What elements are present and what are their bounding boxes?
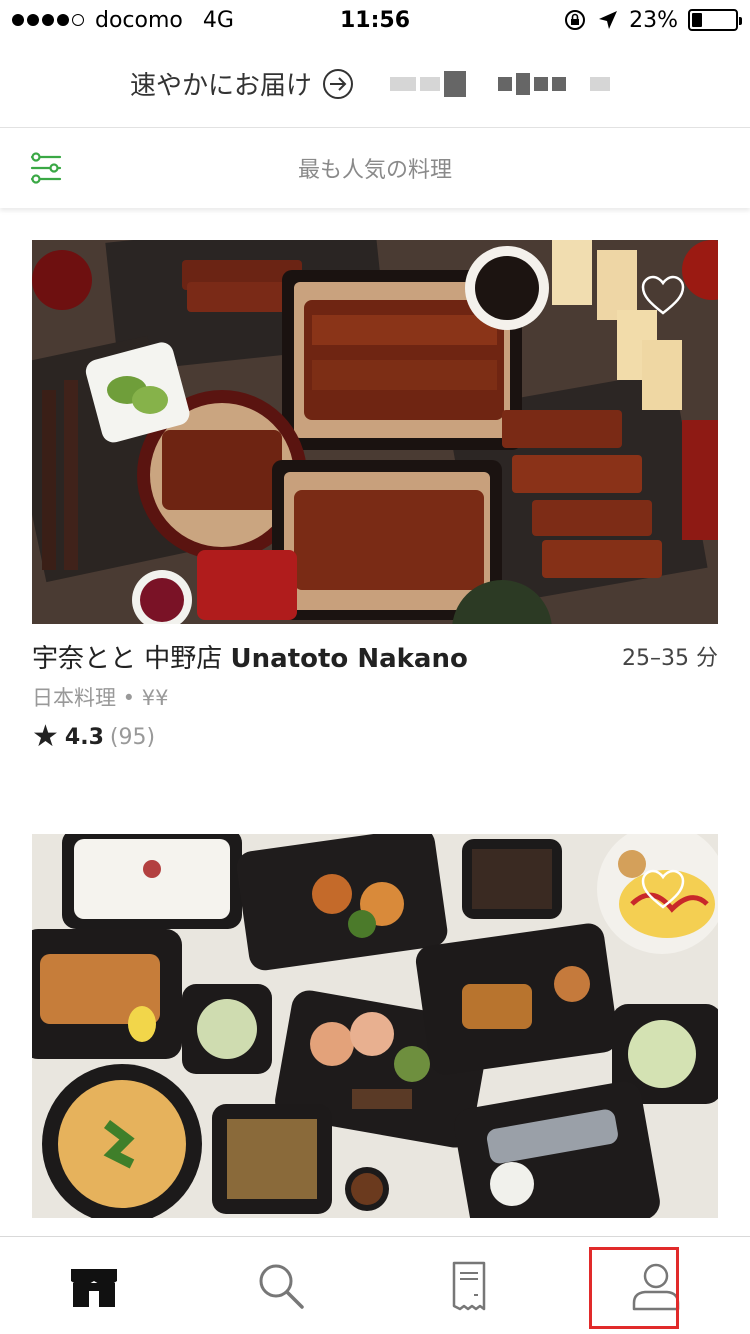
favorite-heart-icon[interactable] [640, 274, 686, 316]
restaurant-name[interactable]: 宇奈とと 中野店 Unatoto Nakano [32, 638, 468, 675]
delivery-label[interactable]: 速やかにお届け [130, 65, 312, 102]
filter-title: 最も人気の料理 [297, 158, 452, 183]
star-icon: ★ [32, 719, 59, 754]
status-bar: docomo 4G 11:56 23% [0, 0, 750, 40]
tab-restaurants[interactable] [0, 1237, 188, 1334]
signal-strength-icon [12, 14, 87, 26]
orientation-lock-icon [565, 10, 586, 30]
location-arrow-icon [599, 11, 618, 29]
tab-account[interactable] [563, 1237, 750, 1334]
network-label: 4G [202, 7, 234, 33]
restaurant-card[interactable]: 宇奈とと 中野店 Unatoto Nakano 25–35 分 日本料理 • ¥… [32, 240, 718, 784]
filter-bar: 最も人気の料理 [0, 128, 750, 208]
carrier-label: docomo [95, 7, 183, 33]
restaurant-image-bento[interactable] [32, 834, 718, 1218]
filter-sliders-icon[interactable] [30, 152, 62, 184]
restaurant-category: 日本料理 • ¥¥ [32, 686, 169, 710]
favorite-heart-icon[interactable] [640, 868, 686, 910]
store-icon [70, 1269, 117, 1307]
rating-count: (95) [109, 724, 156, 750]
arrow-right-circle-icon[interactable] [322, 68, 354, 100]
restaurant-image-unagi[interactable] [32, 240, 718, 624]
tab-orders[interactable] [375, 1237, 563, 1334]
battery-percent: 23% [629, 7, 678, 33]
tab-search[interactable] [188, 1237, 376, 1334]
restaurant-rating: ★ 4.3 (95) [32, 722, 155, 752]
restaurant-card[interactable] [32, 834, 718, 1218]
blurred-address [390, 64, 614, 104]
restaurant-name-ja: 宇奈とと 中野店 [32, 644, 223, 674]
delivery-header[interactable]: 速やかにお届け [0, 40, 750, 128]
rating-score: 4.3 [64, 724, 104, 750]
receipt-icon [452, 1261, 485, 1311]
search-icon [259, 1264, 304, 1309]
account-icon [633, 1263, 680, 1311]
battery-icon [688, 9, 742, 31]
delivery-time: 25–35 分 [622, 646, 718, 671]
bottom-tab-bar [0, 1236, 750, 1334]
restaurant-name-en: Unatoto Nakano [230, 644, 468, 674]
